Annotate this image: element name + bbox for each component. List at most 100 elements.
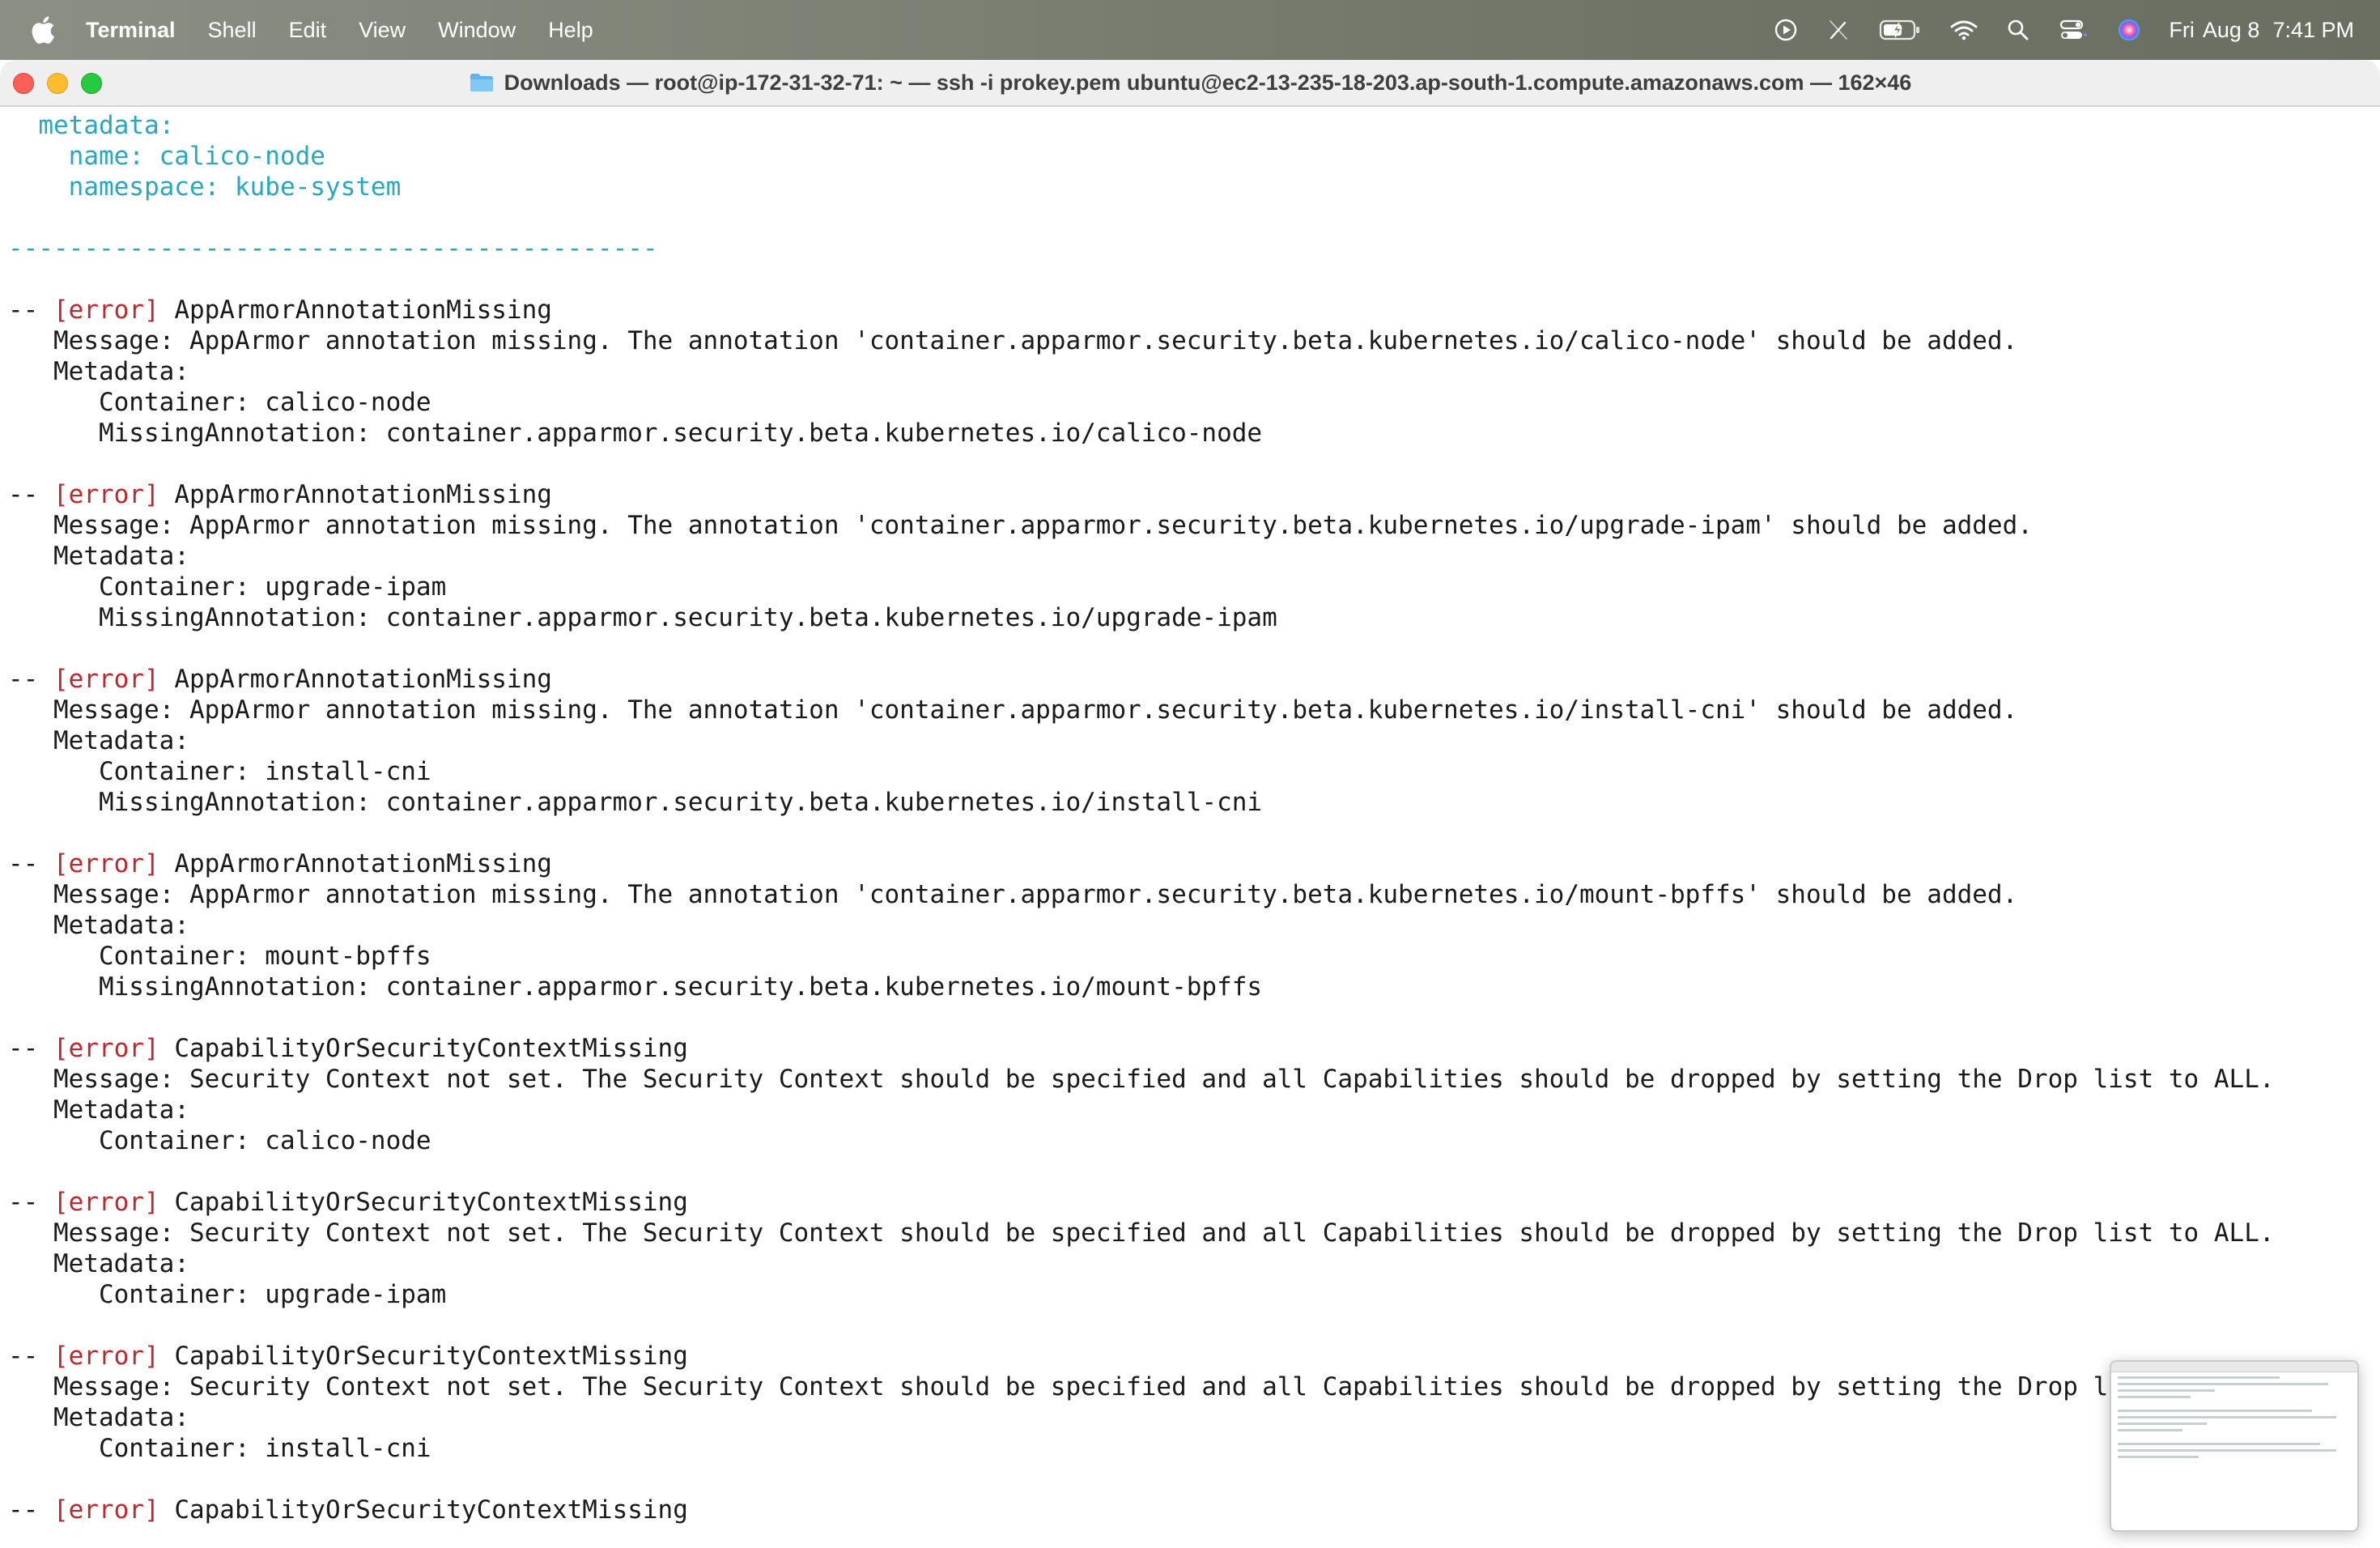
terminal-text: Container: upgrade-ipam — [8, 572, 447, 602]
terminal-line: Message: AppArmor annotation missing. Th… — [8, 695, 2380, 725]
terminal-text: -- — [8, 480, 53, 509]
terminal-line: -- [error] CapabilityOrSecurityContextMi… — [8, 1187, 2380, 1218]
thumbnail-line — [2118, 1389, 2215, 1392]
terminal-text: Metadata: — [8, 911, 189, 940]
menu-window[interactable]: Window — [438, 18, 516, 43]
terminal-line: MissingAnnotation: container.apparmor.se… — [8, 787, 2380, 818]
menu-shell[interactable]: Shell — [208, 18, 257, 43]
terminal-line: -- [error] CapabilityOrSecurityContextMi… — [8, 1033, 2380, 1064]
folder-icon — [469, 72, 495, 93]
terminal-text: Message: AppArmor annotation missing. Th… — [8, 511, 2033, 540]
terminal-text: -- — [8, 849, 53, 878]
clock-time: 7:41 PM — [2272, 17, 2354, 42]
window-titlebar[interactable]: Downloads — root@ip-172-31-32-71: ~ — ss… — [0, 60, 2380, 107]
terminal-line: Message: Security Context not set. The S… — [8, 1064, 2380, 1095]
menubar-clock[interactable]: Fri Aug 8 7:41 PM — [2169, 18, 2354, 43]
wifi-icon[interactable] — [1950, 19, 1978, 40]
menu-app-terminal[interactable]: Terminal — [86, 18, 176, 43]
window-title: Downloads — root@ip-172-31-32-71: ~ — ss… — [504, 70, 1912, 95]
terminal-text: Message: Security Context not set. The S… — [8, 1065, 2275, 1094]
control-center-icon[interactable] — [2059, 19, 2088, 41]
terminal-text: Metadata: — [8, 1403, 189, 1432]
terminal-text: MissingAnnotation: container.apparmor.se… — [8, 972, 1263, 1002]
terminal-text: -- — [8, 1188, 53, 1217]
terminal-text: Metadata: — [8, 357, 189, 386]
terminal-text: AppArmorAnnotationMissing — [159, 665, 552, 694]
terminal-line: Metadata: — [8, 910, 2380, 941]
error-tag: [error] — [53, 1188, 159, 1217]
terminal-line: Message: AppArmor annotation missing. Th… — [8, 325, 2380, 356]
terminal-line: namespace: kube-system — [8, 172, 2380, 202]
terminal-line: Metadata: — [8, 1402, 2380, 1433]
pen-slash-icon[interactable] — [1827, 18, 1850, 42]
error-tag: [error] — [53, 480, 159, 509]
menu-edit[interactable]: Edit — [289, 18, 327, 43]
terminal-text: -- — [8, 1034, 53, 1063]
menu-view[interactable]: View — [359, 18, 406, 43]
terminal-text: namespace: kube-system — [8, 172, 402, 202]
apple-icon[interactable] — [31, 15, 58, 45]
terminal-text: Container: calico-node — [8, 1126, 431, 1155]
thumbnail-line — [2118, 1429, 2182, 1431]
terminal-text: AppArmorAnnotationMissing — [159, 480, 552, 509]
terminal-line: Metadata: — [8, 725, 2380, 756]
terminal-line: MissingAnnotation: container.apparmor.se… — [8, 972, 2380, 1002]
terminal-text: Message: AppArmor annotation missing. Th… — [8, 695, 2018, 725]
terminal-line: Message: Security Context not set. The S… — [8, 1372, 2380, 1402]
terminal-text: ----------------------------------------… — [8, 234, 658, 263]
thumbnail-line — [2118, 1383, 2328, 1385]
terminal-text: CapabilityOrSecurityContextMissing — [159, 1342, 688, 1371]
thumbnail-line — [2118, 1449, 2336, 1452]
terminal-line: Container: upgrade-ipam — [8, 1279, 2380, 1310]
terminal-line: MissingAnnotation: container.apparmor.se… — [8, 602, 2380, 633]
error-tag: [error] — [53, 1034, 159, 1063]
terminal-line: Container: calico-node — [8, 1125, 2380, 1156]
error-tag: [error] — [53, 1342, 159, 1371]
terminal-text: Container: install-cni — [8, 757, 431, 786]
search-icon[interactable] — [2007, 19, 2029, 41]
terminal-text: CapabilityOrSecurityContextMissing — [159, 1188, 688, 1217]
menu-help[interactable]: Help — [548, 18, 593, 43]
thumbnail-line — [2118, 1376, 2280, 1379]
terminal-line: Container: mount-bpffs — [8, 941, 2380, 972]
terminal-line: metadata: — [8, 110, 2380, 141]
terminal-text: Container: upgrade-ipam — [8, 1280, 447, 1309]
thumbnail-line — [2118, 1443, 2320, 1445]
terminal-text: MissingAnnotation: container.apparmor.se… — [8, 788, 1263, 817]
terminal-text: AppArmorAnnotationMissing — [159, 849, 552, 878]
terminal-text: Message: AppArmor annotation missing. Th… — [8, 880, 2018, 909]
terminal-text: Container: calico-node — [8, 388, 431, 417]
thumbnail-titlebar — [2111, 1362, 2357, 1372]
siri-icon[interactable] — [2117, 18, 2141, 42]
screen-record-icon[interactable] — [1774, 18, 1798, 42]
terminal-text: -- — [8, 296, 53, 325]
minimize-button[interactable] — [47, 73, 68, 94]
screenshot-thumbnail-preview[interactable] — [2110, 1360, 2359, 1532]
terminal-text: -- — [8, 1342, 53, 1371]
terminal-text: Metadata: — [8, 1095, 189, 1125]
terminal-text: Metadata: — [8, 542, 189, 571]
terminal-line: Container: calico-node — [8, 387, 2380, 418]
terminal-output-area[interactable]: metadata: name: calico-node namespace: k… — [0, 107, 2380, 1548]
error-tag: [error] — [53, 665, 159, 694]
terminal-line: -- [error] AppArmorAnnotationMissing — [8, 848, 2380, 879]
terminal-window: Downloads — root@ip-172-31-32-71: ~ — ss… — [0, 60, 2380, 1548]
battery-charging-icon[interactable] — [1879, 19, 1921, 41]
close-button[interactable] — [13, 73, 34, 94]
terminal-line: Container: install-cni — [8, 1433, 2380, 1464]
terminal-line: MissingAnnotation: container.apparmor.se… — [8, 418, 2380, 449]
terminal-text: Message: AppArmor annotation missing. Th… — [8, 326, 2018, 355]
terminal-text: -- — [8, 1495, 53, 1525]
terminal-text: metadata: — [8, 111, 175, 140]
zoom-button[interactable] — [81, 73, 102, 94]
terminal-output: metadata: name: calico-node namespace: k… — [0, 107, 2380, 1525]
error-tag: [error] — [53, 296, 159, 325]
terminal-text: Container: install-cni — [8, 1434, 431, 1463]
